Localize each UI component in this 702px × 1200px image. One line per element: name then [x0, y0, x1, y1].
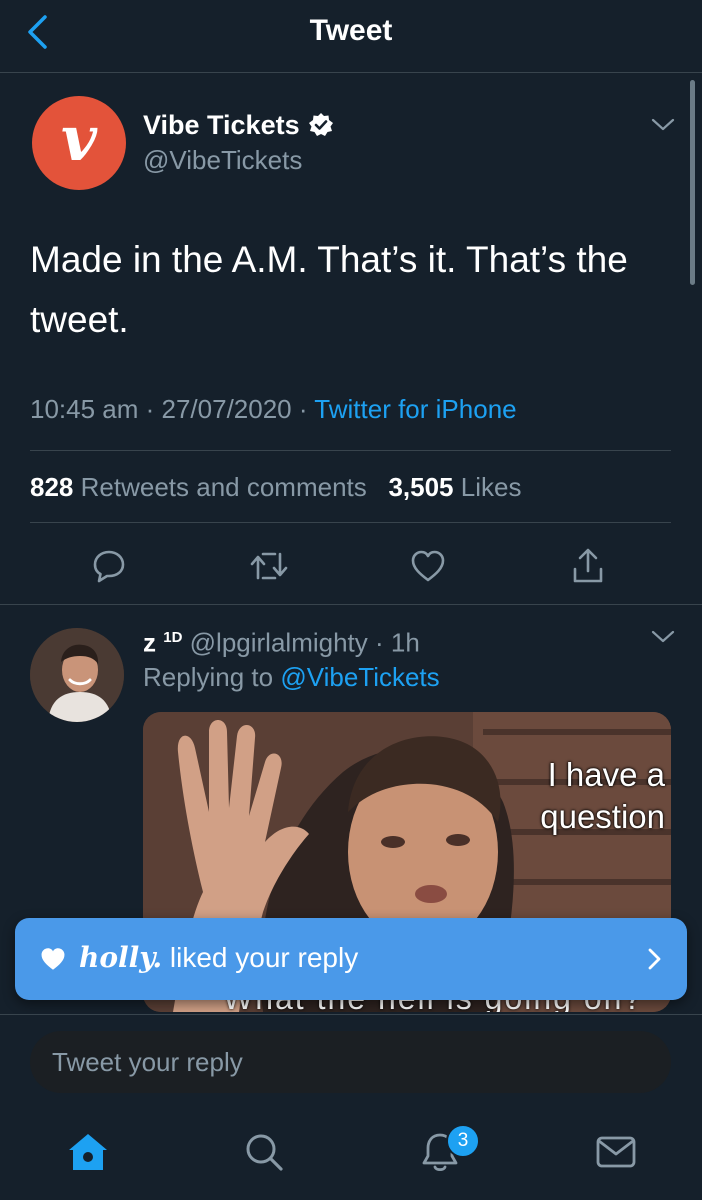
retweets-stat[interactable]: 828 Retweets and comments [30, 472, 367, 502]
reply-author-avatar[interactable] [30, 628, 124, 722]
reply-icon [93, 550, 125, 583]
reply-header: z 1D @lpgirlalmighty · 1h [143, 622, 420, 659]
retweets-count: 828 [30, 472, 74, 502]
search-icon [246, 1134, 283, 1171]
tweet-source-link[interactable]: Twitter for iPhone [314, 394, 516, 424]
reply-author-name-suffix: 1D [163, 629, 183, 646]
divider [0, 604, 702, 605]
tab-home[interactable] [58, 1122, 118, 1182]
chevron-right-icon [648, 948, 661, 970]
reply-button[interactable] [87, 544, 131, 588]
profile-photo [30, 628, 124, 722]
heart-icon [411, 550, 445, 582]
tweet-meta: 10:45 am · 27/07/2020 · Twitter for iPho… [30, 392, 517, 426]
replying-label: Replying to [143, 662, 274, 692]
reply-age: 1h [390, 627, 420, 658]
meta-separator: · [291, 394, 315, 424]
tweet-menu-button[interactable] [648, 110, 678, 140]
chevron-down-icon [651, 118, 675, 131]
tweet-time: 10:45 am [30, 394, 139, 424]
author-name: Vibe Tickets [143, 110, 300, 140]
like-notification-toast[interactable]: holly. liked your reply [15, 918, 687, 1000]
mail-icon [596, 1136, 636, 1168]
reply-menu-button[interactable] [648, 622, 678, 652]
replying-to-link[interactable]: @VibeTickets [280, 662, 439, 692]
page-title: Tweet [309, 14, 393, 47]
reply-author-name[interactable]: z [143, 628, 156, 658]
toast-username: holly. [79, 941, 163, 974]
replying-to: Replying to @VibeTickets [143, 660, 440, 694]
divider [30, 450, 671, 451]
tweet-text: Made in the A.M. That’s it. That’s the t… [30, 239, 628, 340]
tab-messages[interactable] [586, 1122, 646, 1182]
toast-text: liked your reply [169, 942, 359, 973]
home-icon [69, 1134, 107, 1170]
meme-caption: I have a question [540, 756, 665, 835]
tweet-date: 27/07/2020 [161, 394, 292, 424]
tab-search[interactable] [234, 1122, 294, 1182]
author-name-row[interactable]: Vibe Tickets [143, 108, 334, 142]
author-handle: @VibeTickets [143, 145, 303, 175]
likes-stat[interactable]: 3,505 Likes [388, 472, 521, 502]
share-button[interactable] [566, 544, 610, 588]
author-avatar[interactable]: v [32, 96, 126, 190]
scroll-indicator[interactable] [690, 80, 695, 285]
like-button[interactable] [406, 544, 450, 588]
meta-separator: · [138, 394, 162, 424]
retweet-icon [250, 552, 288, 580]
share-icon [573, 548, 603, 583]
retweets-label: Retweets and comments [80, 472, 367, 502]
reply-author-handle: @lpgirlalmighty [189, 627, 368, 658]
brand-logo-letter: v [60, 102, 98, 175]
likes-label: Likes [460, 472, 522, 502]
likes-count: 3,505 [388, 472, 454, 502]
notifications-badge: 3 [446, 1124, 480, 1158]
reply-input[interactable] [30, 1031, 671, 1093]
tweet-stats: 828 Retweets and comments 3,505 Likes [30, 470, 521, 504]
divider [30, 522, 671, 523]
toast-message: holly. liked your reply [79, 940, 358, 976]
verified-badge-icon [308, 113, 333, 136]
retweet-button[interactable] [247, 544, 291, 588]
chevron-down-icon [651, 630, 675, 643]
meta-separator: · [367, 627, 391, 658]
heart-icon [41, 948, 65, 970]
